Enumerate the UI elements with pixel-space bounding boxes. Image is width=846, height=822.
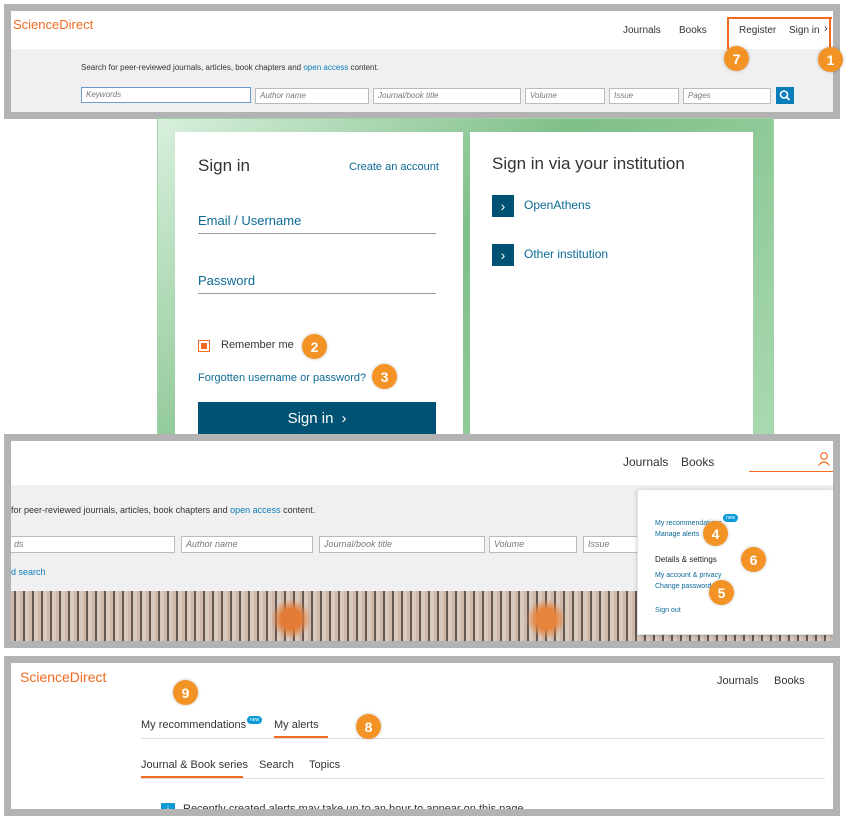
author-input[interactable]: Author name	[255, 88, 369, 104]
chevron-right-icon[interactable]: ›	[492, 195, 514, 217]
search-band	[11, 49, 833, 112]
search-icon	[779, 90, 791, 101]
info-message: Recently created alerts may take up to a…	[183, 803, 527, 815]
advanced-search-link[interactable]: d search	[11, 567, 46, 577]
keywords-input[interactable]: Keywords	[81, 87, 251, 103]
search-intro: for peer-reviewed journals, articles, bo…	[11, 505, 315, 515]
author-input[interactable]: Author name	[181, 536, 313, 553]
badge-5: 5	[709, 580, 734, 605]
account-privacy-link[interactable]: My account & privacy	[655, 572, 722, 579]
badge-9: 9	[173, 680, 198, 705]
journal-input[interactable]: Journal/book title	[319, 536, 485, 553]
new-badge: new	[723, 514, 739, 522]
badge-6: 6	[741, 547, 766, 572]
tab-my-recommendations[interactable]: My recommendations	[141, 719, 246, 731]
panel-header-search: ScienceDirect Journals Books Register Si…	[4, 4, 840, 119]
nav-journals[interactable]: Journals	[717, 675, 759, 687]
password-label: Password	[198, 273, 256, 288]
password-field[interactable]	[198, 293, 436, 294]
search-intro-text: for peer-reviewed journals, articles, bo…	[11, 505, 231, 515]
badge-7: 7	[724, 46, 749, 71]
sign-in-title: Sign in	[198, 156, 250, 175]
badge-2: 2	[302, 334, 327, 359]
subtabs-divider	[141, 778, 825, 779]
badge-1: 1	[818, 47, 843, 72]
volume-input[interactable]: Volume	[489, 536, 577, 553]
register-link[interactable]: Register	[739, 25, 776, 36]
create-account-link[interactable]: Create an account	[349, 161, 439, 173]
panel-sign-in: Sign in Create an account Email / Userna…	[157, 118, 774, 438]
new-badge: new	[247, 716, 263, 724]
tabs-divider	[141, 738, 825, 739]
sign-in-card: Sign in Create an account Email / Userna…	[175, 132, 463, 437]
keywords-input[interactable]: ds	[11, 536, 175, 553]
other-institution-link[interactable]: Other institution	[524, 247, 608, 261]
badge-3: 3	[372, 364, 397, 389]
brand-logo[interactable]: ScienceDirect	[20, 669, 106, 685]
issue-input[interactable]: Issue	[609, 88, 679, 104]
nav-journals[interactable]: Journals	[623, 25, 661, 36]
sign-in-button[interactable]: Sign in ›	[198, 402, 436, 434]
nav-books[interactable]: Books	[681, 455, 714, 469]
forgot-password-link[interactable]: Forgotten username or password?	[198, 372, 366, 384]
open-access-link[interactable]: open access	[230, 505, 281, 515]
sign-in-button-label: Sign in	[287, 409, 334, 427]
account-dropdown-menu: My recommendations new Manage alerts Det…	[637, 489, 833, 635]
manage-alerts-link[interactable]: Manage alerts	[655, 531, 699, 538]
openathens-link[interactable]: OpenAthens	[524, 198, 591, 212]
journal-input[interactable]: Journal/book title	[373, 88, 521, 104]
panel-my-alerts: ScienceDirect Journals Books My recommen…	[4, 656, 840, 816]
institution-title: Sign in via your institution	[492, 154, 685, 173]
search-intro-text: Search for peer-reviewed journals, artic…	[81, 63, 304, 72]
tab-my-alerts[interactable]: My alerts	[274, 719, 319, 731]
open-access-link[interactable]: open access	[303, 63, 348, 72]
user-icon[interactable]	[817, 451, 831, 467]
pages-input[interactable]: Pages	[683, 88, 771, 104]
account-underline	[749, 471, 833, 472]
badge-8: 8	[356, 714, 381, 739]
brand-logo[interactable]: ScienceDirect	[13, 17, 93, 32]
institution-card: Sign in via your institution › OpenAthen…	[470, 132, 753, 437]
info-icon: i	[161, 803, 175, 809]
subtab-topics[interactable]: Topics	[309, 759, 340, 771]
search-intro-end: content.	[280, 505, 316, 515]
change-password-link[interactable]: Change password	[655, 583, 711, 590]
issue-input[interactable]: Issue	[583, 536, 643, 553]
sign-in-link[interactable]: Sign in	[789, 25, 820, 36]
advanced-search-link[interactable]: Advanced search	[81, 112, 135, 119]
search-button[interactable]	[776, 87, 794, 104]
nav-books[interactable]: Books	[679, 25, 707, 36]
volume-input[interactable]: Volume	[525, 88, 605, 104]
remember-me-label: Remember me	[221, 339, 294, 351]
subtab-journal-book-series[interactable]: Journal & Book series	[141, 759, 248, 771]
search-intro: Search for peer-reviewed journals, artic…	[81, 63, 379, 72]
email-field[interactable]	[198, 233, 436, 234]
subtab-search[interactable]: Search	[259, 759, 294, 771]
search-intro-end: content.	[348, 63, 379, 72]
remember-me-checkbox[interactable]	[198, 340, 210, 352]
nav-journals[interactable]: Journals	[623, 455, 668, 469]
nav-books[interactable]: Books	[774, 675, 805, 687]
sign-out-link[interactable]: Sign out	[655, 607, 681, 614]
chevron-right-icon[interactable]: ›	[492, 244, 514, 266]
chevron-right-icon: ›	[824, 23, 828, 35]
details-settings-heading: Details & settings	[655, 555, 717, 564]
email-label: Email / Username	[198, 213, 302, 228]
chevron-right-icon: ›	[341, 409, 347, 427]
badge-4: 4	[703, 521, 728, 546]
